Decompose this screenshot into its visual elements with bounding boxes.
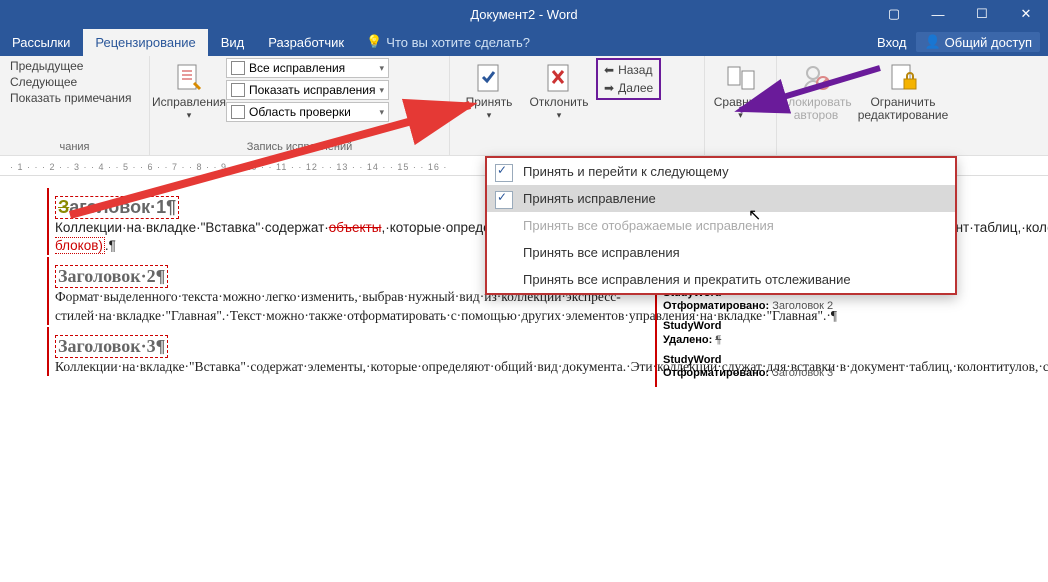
previous-comment-button[interactable]: Предыдущее — [6, 58, 87, 74]
restrict-editing-label: Ограничить редактирование — [855, 96, 951, 122]
accept-button[interactable]: Принять ▾ — [456, 58, 522, 125]
window-buttons: ▢ — ☐ ✕ — [872, 0, 1048, 28]
nav-highlight-box: ⬅ Назад ➡ Далее — [596, 58, 661, 100]
arrow-left-icon: ⬅ — [604, 63, 614, 77]
accept-all-item[interactable]: Принять все исправления — [487, 239, 955, 266]
accept-dropdown: Принять и перейти к следующему Принять и… — [485, 156, 957, 295]
show-comments-button[interactable]: Показать примечания — [6, 90, 136, 106]
heading-2[interactable]: Заголовок·2¶ — [55, 265, 168, 288]
show-markup-label: Показать исправления — [249, 83, 376, 97]
restrict-editing-button[interactable]: Ограничить редактирование — [853, 58, 953, 126]
sign-in-link[interactable]: Вход — [877, 35, 906, 50]
window-title: Документ2 - Word — [470, 7, 577, 22]
track-changes-label: Исправления — [152, 96, 226, 109]
tab-mailings[interactable]: Рассылки — [0, 28, 82, 56]
reject-button[interactable]: Отклонить ▾ — [526, 58, 592, 125]
tab-developer[interactable]: Разработчик — [256, 28, 356, 56]
ribbon: Предыдущее Следующее Показать примечания… — [0, 56, 1048, 156]
ribbon-display-options-icon[interactable]: ▢ — [872, 0, 916, 28]
document-icon — [231, 83, 245, 97]
accept-icon — [473, 62, 505, 94]
show-markup-button[interactable]: Показать исправления — [226, 80, 389, 100]
minimize-button[interactable]: — — [916, 0, 960, 28]
accept-all-stop-item[interactable]: Принять все исправления и прекратить отс… — [487, 266, 955, 293]
track-changes-icon — [173, 62, 205, 94]
restrict-editing-icon — [887, 62, 919, 94]
tab-review[interactable]: Рецензирование — [82, 28, 208, 56]
paragraph-3[interactable]: Коллекции·на·вкладке·"Вставка"·содержат·… — [55, 358, 615, 376]
balloon-format-h3[interactable]: StudyWord Отформатировано: Заголовок 3 — [663, 354, 833, 382]
titlebar: Документ2 - Word ▢ — ☐ ✕ — [0, 0, 1048, 28]
reviewing-pane-button[interactable]: Область проверки — [226, 102, 389, 122]
share-label: Общий доступ — [945, 35, 1032, 50]
accept-change-item[interactable]: Принять исправление — [487, 185, 955, 212]
balloon-deleted-para[interactable]: StudyWord Удалено: ¶ — [663, 320, 833, 348]
maximize-button[interactable]: ☐ — [960, 0, 1004, 28]
display-markup-value: Все исправления — [249, 61, 345, 75]
previous-change-button[interactable]: ⬅ Назад — [600, 62, 657, 78]
accept-all-shown-item: Принять все отображаемые исправления — [487, 212, 955, 239]
arrow-right-icon: ➡ — [604, 81, 614, 95]
share-icon: 👤 — [924, 34, 940, 50]
reviewing-pane-label: Область проверки — [249, 105, 351, 119]
heading-3[interactable]: Заголовок·3¶ — [55, 335, 168, 358]
previous-change-label: Назад — [618, 63, 652, 77]
heading-1[interactable]: Заголовок·1¶ — [55, 196, 179, 219]
document-icon — [231, 61, 245, 75]
compare-button[interactable]: Сравнить ▾ — [711, 58, 770, 125]
display-markup-combo[interactable]: Все исправления — [226, 58, 389, 78]
group-comments-label: чания — [6, 139, 143, 153]
next-change-label: Далее — [618, 81, 653, 95]
next-comment-button[interactable]: Следующее — [6, 74, 81, 90]
block-authors-label: Блокировать авторов — [780, 96, 851, 122]
track-changes-button[interactable]: Исправления ▾ — [156, 58, 222, 125]
tab-view[interactable]: Вид — [209, 28, 257, 56]
next-change-button[interactable]: ➡ Далее — [600, 80, 657, 96]
bulb-icon: 💡 — [366, 34, 382, 50]
block-authors-icon — [800, 62, 832, 94]
tell-me-search[interactable]: 💡 Что вы хотите сделать? — [356, 28, 530, 56]
tell-me-label: Что вы хотите сделать? — [386, 35, 530, 50]
close-button[interactable]: ✕ — [1004, 0, 1048, 28]
block-authors-button: Блокировать авторов — [783, 58, 849, 126]
accept-and-next-item[interactable]: Принять и перейти к следующему — [487, 158, 955, 185]
accept-label: Принять — [466, 96, 513, 109]
compare-icon — [725, 62, 757, 94]
reject-icon — [543, 62, 575, 94]
reject-label: Отклонить — [529, 96, 588, 109]
pane-icon — [231, 105, 245, 119]
group-tracking-label: Запись исправлений — [156, 139, 443, 153]
tab-strip: Рассылки Рецензирование Вид Разработчик … — [0, 28, 1048, 56]
compare-label: Сравнить — [714, 96, 767, 109]
share-button[interactable]: 👤 Общий доступ — [916, 32, 1040, 52]
